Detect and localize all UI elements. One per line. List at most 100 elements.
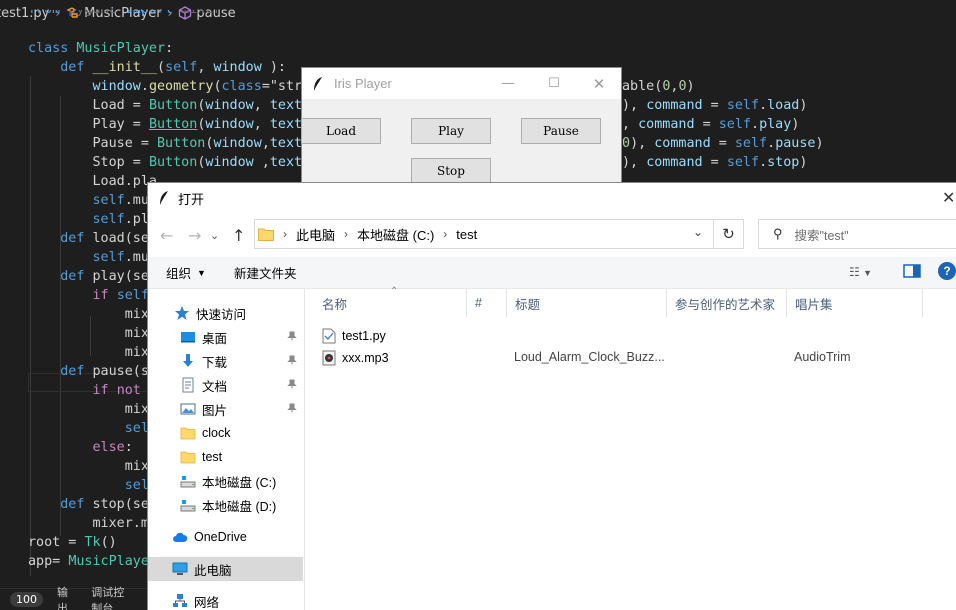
column-header-album[interactable]: 唱片集 (787, 289, 923, 317)
sidebar-item-label: clock (202, 426, 231, 440)
close-icon[interactable]: ✕ (576, 68, 622, 99)
refresh-icon[interactable]: ↻ (714, 219, 744, 249)
code-line-fragment[interactable]: , command = self.play) (622, 115, 799, 134)
load-button[interactable]: Load (301, 118, 381, 144)
column-header-number[interactable]: # (467, 289, 507, 317)
pin-icon (287, 331, 297, 344)
sidebar-item-label: 文档 (202, 379, 228, 394)
play-button[interactable]: Play (411, 118, 491, 144)
sidebar-item[interactable]: test (148, 445, 303, 469)
file-list[interactable]: ⌃ 名称 # 标题 参与创作的艺术家 唱片集 test1.py xxx.mp3 Lo… (306, 286, 956, 610)
sidebar-item[interactable]: 下载 (148, 349, 303, 373)
sidebar-item[interactable]: clock (148, 421, 303, 445)
iris-title: Iris Player (334, 76, 392, 91)
column-header-name[interactable]: 名称 (314, 289, 467, 317)
help-icon[interactable]: ? (938, 262, 956, 280)
maximize-icon[interactable]: ☐ (531, 68, 577, 99)
navigation-bar: ← → ⌄ ↑ › 此电脑 › 本地磁盘 (C:) › test ⌄ ↻ ⚲ 搜… (148, 213, 956, 257)
dialog-title: 打开 (178, 191, 205, 207)
pin-icon (287, 355, 297, 368)
column-header-artist[interactable]: 参与创作的艺术家 (667, 289, 787, 317)
file-row[interactable]: xxx.mp3 Loud_Alarm_Clock_Buzz... AudioTrim (322, 347, 942, 369)
drive-icon (180, 497, 196, 513)
sidebar-item[interactable]: 网络 (148, 589, 303, 610)
organize-label: 组织 (166, 267, 192, 281)
tab-output[interactable]: 输出 (57, 584, 73, 610)
dialog-toolbar: 组织 ▼ 新建文件夹 ☷ ▼ ? (148, 257, 956, 289)
new-folder-button[interactable]: 新建文件夹 (234, 263, 297, 282)
up-arrow-icon[interactable]: ↑ (232, 226, 245, 245)
file-name: xxx.mp3 (342, 351, 389, 365)
file-title: Loud_Alarm_Clock_Buzz... (514, 350, 665, 364)
forward-arrow-icon[interactable]: → (188, 226, 201, 245)
star-icon (174, 305, 190, 321)
sidebar-item-label: 本地磁盘 (C:) (202, 475, 277, 490)
sidebar-item[interactable]: OneDrive (148, 525, 303, 549)
chevron-down-icon[interactable]: ⌄ (693, 225, 703, 239)
sidebar-item[interactable]: 此电脑 (148, 557, 303, 581)
address-crumb-test[interactable]: test (456, 227, 477, 242)
pin-icon (287, 379, 297, 392)
column-header-title[interactable]: 标题 (507, 289, 667, 317)
preview-pane-icon[interactable] (903, 263, 921, 282)
sidebar-item[interactable]: 文档 (148, 373, 303, 397)
search-icon: ⚲ (773, 226, 783, 241)
caret-down-icon: ▼ (197, 267, 206, 278)
code-line-fragment[interactable]: 0), command = self.pause) (622, 134, 824, 153)
folder-icon (180, 425, 196, 441)
stop-button[interactable]: Stop (411, 158, 491, 184)
sidebar-item-label: 快速访问 (196, 307, 247, 322)
file-name: test1.py (342, 329, 386, 343)
code-line-fragment[interactable]: ), command = self.load) (622, 96, 807, 115)
navigation-pane[interactable]: 快速访问桌面下载文档图片 clock test 本地磁盘 (C:) 本地磁盘 (D:) O… (148, 289, 305, 610)
recent-dropdown-icon[interactable]: ⌄ (210, 229, 219, 242)
search-placeholder: 搜索"test" (794, 228, 849, 243)
sidebar-item-label: 网络 (194, 595, 220, 610)
sidebar-item[interactable]: 本地磁盘 (D:) (148, 493, 303, 517)
address-crumb-drive-c[interactable]: 本地磁盘 (C:) (357, 225, 434, 244)
sidebar-item[interactable]: 快速访问 (148, 301, 303, 325)
dialog-titlebar[interactable]: 打开 ✕ (148, 183, 956, 213)
drive-icon (180, 473, 196, 489)
code-line-fragment[interactable]: able(0,0) (622, 77, 695, 96)
minimize-icon[interactable]: — (485, 68, 531, 99)
sidebar-item-label: test (202, 450, 223, 464)
audio-file-icon (322, 350, 336, 366)
tab-debug-console[interactable]: 调试控制台 (91, 584, 132, 610)
iris-titlebar[interactable]: Iris Player — ☐ ✕ (302, 68, 621, 99)
address-bar[interactable]: › 此电脑 › 本地磁盘 (C:) › test ⌄ (254, 219, 714, 249)
network-icon (172, 593, 188, 609)
code-line[interactable] (28, 20, 407, 39)
tk-feather-icon (314, 76, 322, 91)
code-line[interactable]: class MusicPlayer: (28, 39, 407, 58)
organize-button[interactable]: 组织 ▼ (166, 263, 206, 282)
folder-icon (180, 449, 196, 465)
file-row[interactable]: test1.py (322, 325, 942, 347)
back-arrow-icon[interactable]: ← (160, 226, 173, 245)
sidebar-item[interactable]: 本地磁盘 (C:) (148, 469, 303, 493)
search-input[interactable]: ⚲ 搜索"test" (758, 219, 956, 249)
code-line[interactable]: from pygame import mixer (28, 10, 407, 20)
pin-icon (287, 403, 297, 416)
chevron-right-icon: › (344, 227, 349, 241)
code-line-fragment[interactable]: ), command = self.stop) (622, 153, 807, 172)
pause-button[interactable]: Pause (521, 118, 601, 144)
problems-badge[interactable]: 100 (10, 592, 43, 607)
address-crumb-this-pc[interactable]: 此电脑 (296, 225, 335, 244)
chevron-right-icon: › (443, 227, 448, 241)
sidebar-item-label: 桌面 (202, 331, 228, 346)
open-file-dialog[interactable]: 打开 ✕ ← → ⌄ ↑ › 此电脑 › 本地磁盘 (C:) › test ⌄ … (147, 182, 956, 610)
close-icon[interactable]: ✕ (942, 188, 956, 207)
sidebar-item[interactable]: 桌面 (148, 325, 303, 349)
sidebar-item[interactable]: 图片 (148, 397, 303, 421)
bottom-panel-tabs: 100 输出 调试控制台 (0, 586, 150, 610)
iris-player-window[interactable]: Iris Player — ☐ ✕ Load Play Pause Stop (301, 67, 622, 185)
tk-feather-icon (160, 191, 168, 205)
view-options-icon[interactable]: ☷ ▼ (849, 265, 872, 279)
computer-icon (172, 561, 188, 577)
file-album: AudioTrim (794, 350, 851, 364)
download-icon (180, 353, 196, 369)
sidebar-item-label: OneDrive (194, 530, 247, 544)
chevron-right-icon: › (283, 227, 287, 241)
desktop-icon (180, 329, 196, 345)
